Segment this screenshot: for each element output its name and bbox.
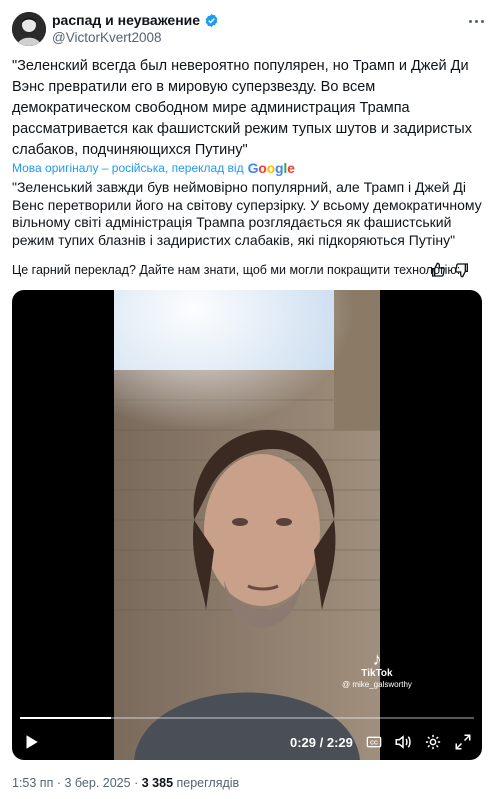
tiktok-watermark: ♪ TikTok @ mike_galsworthy: [342, 650, 412, 689]
thumbs-down-icon[interactable]: [454, 262, 470, 278]
views-label: переглядів: [176, 776, 240, 790]
translation-note[interactable]: Мова оригіналу – російська, переклад від…: [12, 160, 295, 176]
tweet-translated-text: "Зеленський завжди був неймовірно популя…: [12, 179, 482, 248]
fullscreen-icon[interactable]: [454, 733, 472, 751]
author-name-row: распад и неуважение: [52, 12, 219, 28]
play-icon[interactable]: [22, 733, 40, 751]
translation-feedback-prompt: Це гарний переклад? Дайте нам знати, щоб…: [12, 263, 461, 277]
meta-separator: ·: [56, 776, 61, 790]
video-time: 0:29 / 2:29: [290, 735, 353, 750]
google-logo: Google: [247, 160, 295, 176]
more-icon[interactable]: [466, 14, 486, 28]
meta-separator-2: ·: [134, 776, 139, 790]
video-player[interactable]: ♪ TikTok @ mike_galsworthy 0:29 / 2:29 C…: [12, 290, 482, 760]
tiktok-logo-icon: ♪: [372, 649, 382, 669]
author-handle[interactable]: @VictorKvert2008: [52, 30, 162, 45]
video-frame: [114, 290, 380, 760]
tweet-original-text: "Зеленский всегда был невероятно популяр…: [12, 58, 472, 158]
tweet-time[interactable]: 1:53 пп: [12, 776, 53, 790]
svg-text:CC: CC: [370, 740, 378, 746]
tiktok-username: @ mike_galsworthy: [342, 680, 412, 689]
tweet: распад и неуважение @VictorKvert2008 "Зе…: [0, 0, 500, 799]
video-progress-bar[interactable]: [20, 717, 474, 719]
avatar[interactable]: [12, 12, 46, 46]
settings-icon[interactable]: [424, 733, 442, 751]
video-progress-fill: [20, 717, 111, 719]
verified-badge-icon: [205, 13, 218, 27]
thumbs-up-icon[interactable]: [430, 262, 446, 278]
translation-note-label: Мова оригіналу – російська, переклад від: [12, 161, 244, 175]
author-name[interactable]: распад и неуважение: [52, 12, 200, 28]
tiktok-brand: TikTok: [361, 668, 393, 679]
views-count: 3 385: [141, 776, 174, 790]
volume-icon[interactable]: [394, 733, 412, 751]
tweet-meta: 1:53 пп · 3 бер. 2025 · 3 385 переглядів: [12, 776, 239, 790]
captions-icon[interactable]: CC: [366, 734, 382, 750]
tweet-date[interactable]: 3 бер. 2025: [64, 776, 130, 790]
